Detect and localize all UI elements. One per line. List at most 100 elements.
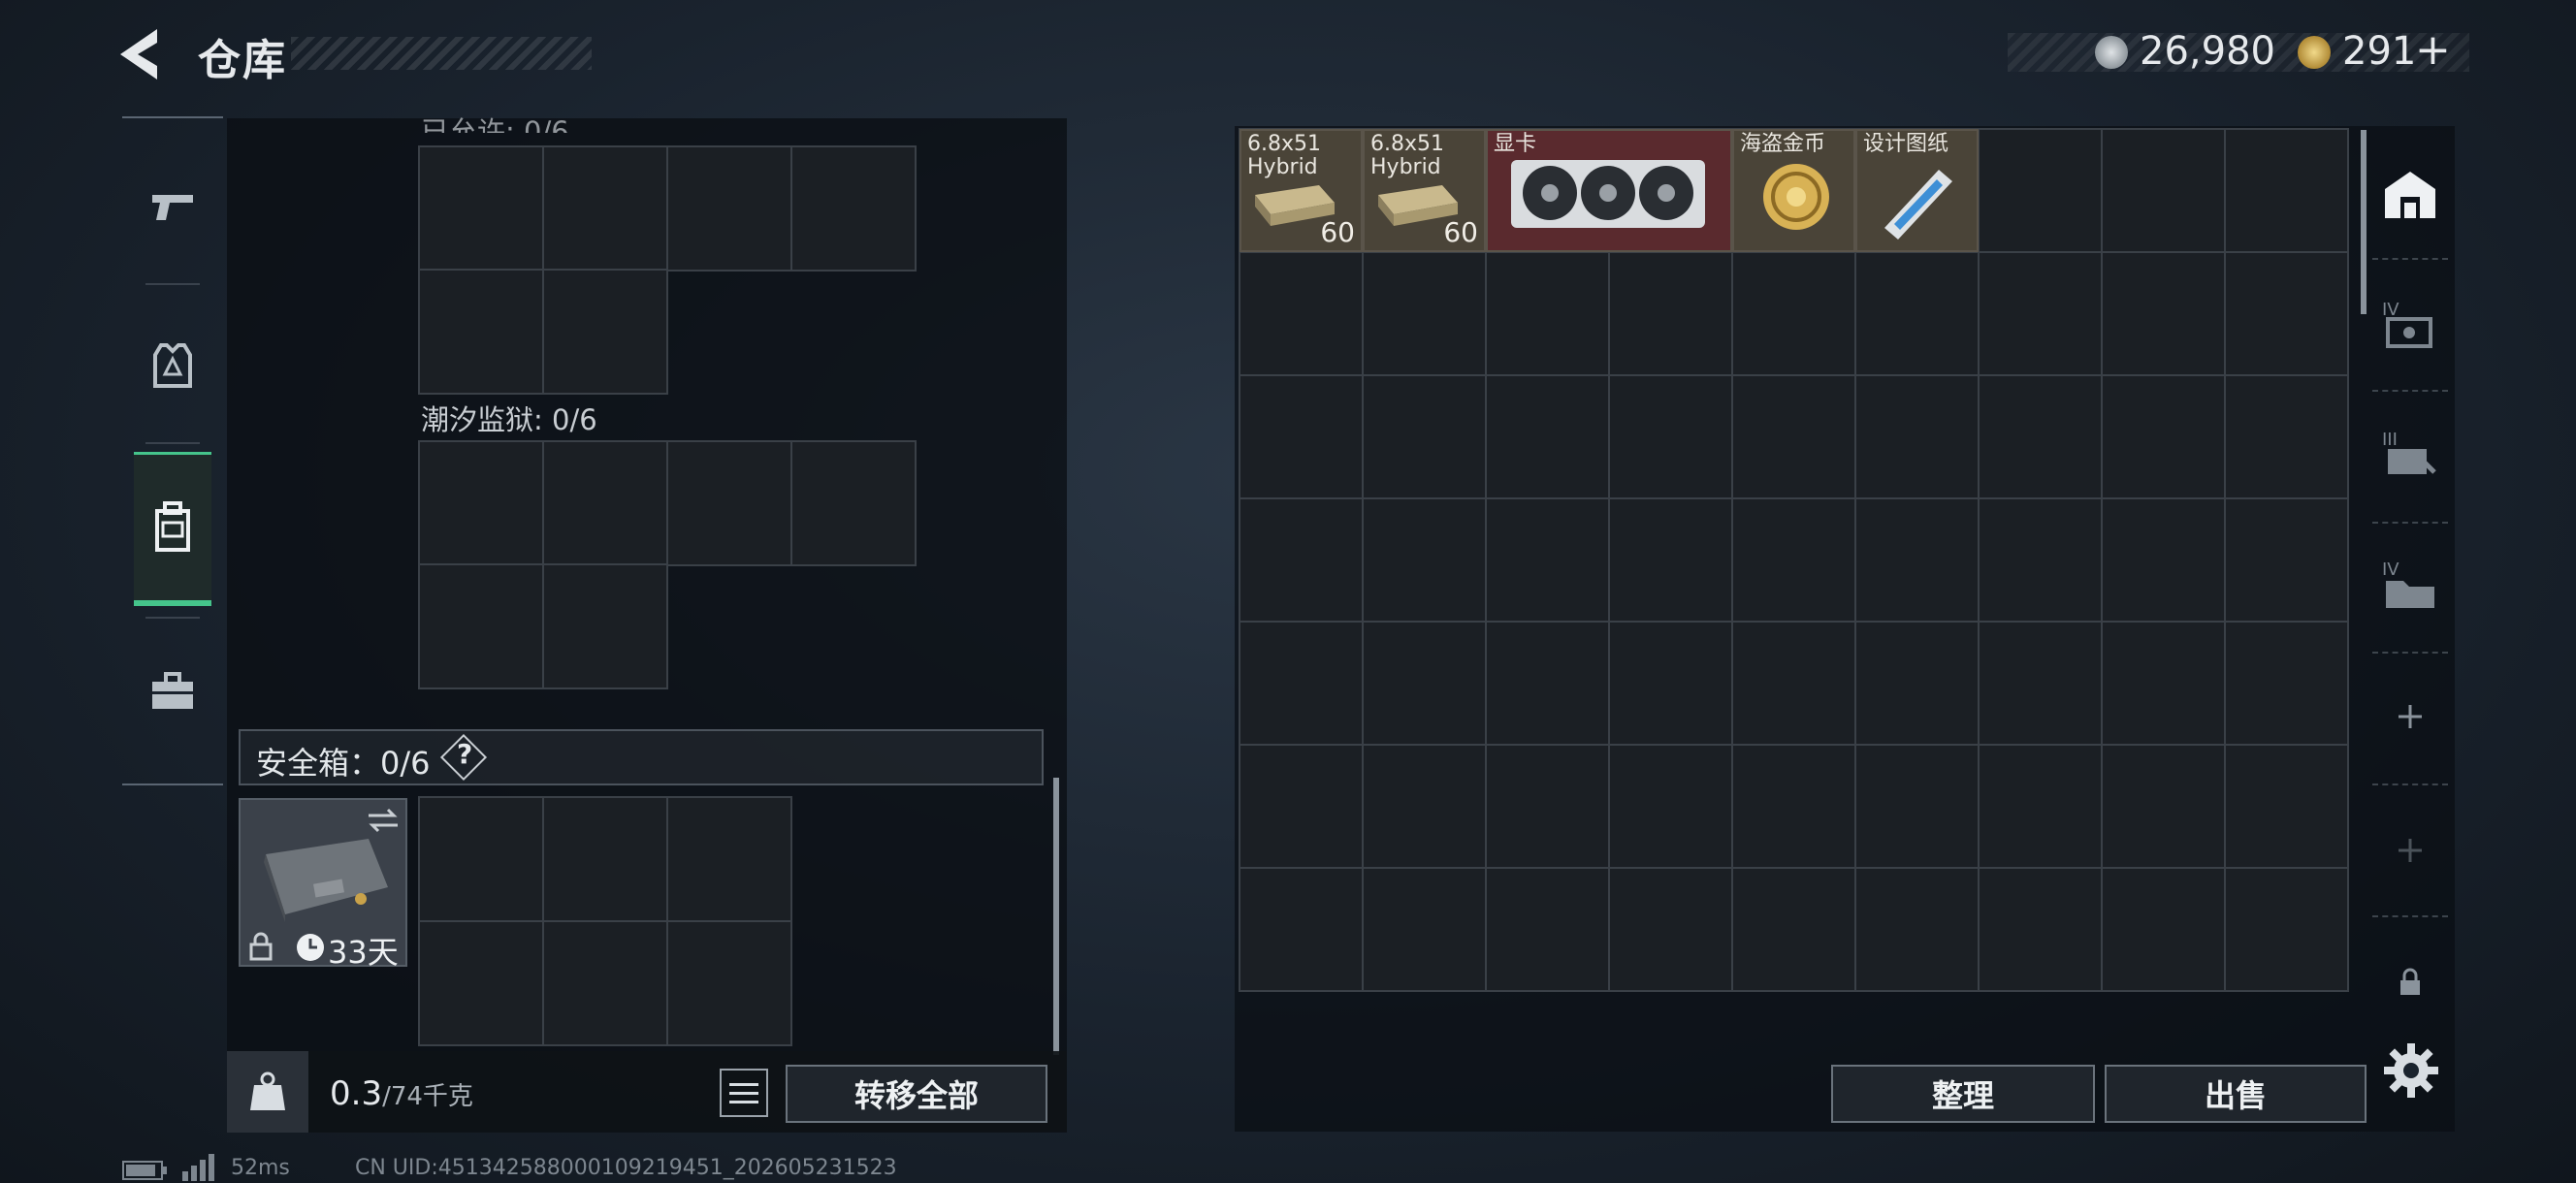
grid-cell[interactable] [418,563,544,689]
list-view-button[interactable] [720,1069,768,1117]
grid-cell[interactable] [2224,374,2349,499]
warehouse-tab-main[interactable] [2367,130,2454,260]
grid-cell[interactable] [1731,867,1856,992]
grid-cell[interactable] [418,796,544,922]
grid-cell[interactable] [1854,374,1980,499]
grid-cell[interactable] [542,145,668,272]
grid-cell[interactable] [418,440,544,566]
grid-cell[interactable] [1978,128,2103,253]
grid-cell[interactable] [790,145,917,272]
grid-cell[interactable] [666,920,792,1046]
grid-cell[interactable] [2101,497,2226,623]
back-arrow-icon[interactable] [116,27,175,81]
grid-cell[interactable] [1854,497,1980,623]
grid-cell[interactable] [1362,867,1487,992]
grid-cell[interactable] [1485,621,1610,746]
grid-cell[interactable] [2101,374,2226,499]
item-pirate-coin[interactable]: 海盗金币 [1732,129,1855,252]
grid-cell[interactable] [1854,744,1980,869]
grid-cell[interactable] [1854,251,1980,376]
grid-cell[interactable] [542,796,668,922]
grid-cell[interactable] [1978,374,2103,499]
grid-cell[interactable] [1239,744,1364,869]
transfer-all-button[interactable]: 转移全部 [786,1065,1047,1123]
grid-cell[interactable] [1978,251,2103,376]
grid-cell[interactable] [542,440,668,566]
grid-cell[interactable] [1978,867,2103,992]
sell-button[interactable]: 出售 [2105,1065,2367,1123]
grid-cell[interactable] [1239,251,1364,376]
left-scrollbar[interactable] [1053,778,1059,1055]
grid-cell[interactable] [2101,621,2226,746]
grid-cell[interactable] [1731,374,1856,499]
warehouse-tab-4b[interactable]: IV [2367,520,2454,650]
item-ammo-2[interactable]: 6.8x51 Hybrid 60 [1363,129,1486,252]
item-blueprint[interactable]: 设计图纸 [1855,129,1979,252]
grid-cell[interactable] [1854,621,1980,746]
locked-warehouse-button[interactable] [2367,917,2454,1047]
grid-cell[interactable] [1485,251,1610,376]
grid-cell[interactable] [2224,128,2349,253]
grid-cell[interactable] [1608,497,1733,623]
grid-cell[interactable] [666,440,792,566]
rail-backpack-button[interactable] [134,452,211,606]
rail-armor-button[interactable] [134,312,211,419]
grid-cell[interactable] [1485,374,1610,499]
grid-cell[interactable] [1731,497,1856,623]
grid-cell[interactable] [2224,251,2349,376]
grid-cell[interactable] [666,796,792,922]
grid-cell[interactable] [2224,867,2349,992]
grid-cell[interactable] [2101,251,2226,376]
grid-cell[interactable] [1608,374,1733,499]
item-ammo-1[interactable]: 6.8x51 Hybrid 60 [1240,129,1363,252]
grid-cell[interactable] [1362,744,1487,869]
grid-cell[interactable] [2224,497,2349,623]
grid-cell[interactable] [542,563,668,689]
grid-cell[interactable] [1731,251,1856,376]
safebox-item[interactable]: 33天 [239,798,407,971]
grid-cell[interactable] [1608,867,1733,992]
grid-cell[interactable] [1854,867,1980,992]
grid-cell[interactable] [1731,621,1856,746]
grid-cell[interactable] [1608,621,1733,746]
grid-cell[interactable] [1978,744,2103,869]
grid-cell[interactable] [1362,497,1487,623]
rail-weapon-button[interactable] [134,153,211,260]
grid-cell[interactable] [1362,621,1487,746]
warehouse-tab-3[interactable]: III [2367,390,2454,520]
grid-cell[interactable] [542,269,668,395]
grid-cell[interactable] [1731,744,1856,869]
grid-cell[interactable] [1362,374,1487,499]
grid-cell[interactable] [1239,867,1364,992]
add-currency-button[interactable]: + [2415,25,2451,75]
add-warehouse-button[interactable] [2367,652,2454,782]
rail-case-button[interactable] [134,638,211,745]
grid-cell[interactable] [418,145,544,272]
grid-cell[interactable] [666,145,792,272]
item-gpu[interactable]: 显卡 [1486,129,1732,252]
grid-cell[interactable] [1485,744,1610,869]
settings-gear-icon[interactable] [2380,1039,2442,1102]
grid-cell[interactable] [1485,867,1610,992]
grid-cell[interactable] [790,440,917,566]
grid-cell[interactable] [1239,621,1364,746]
grid-cell[interactable] [1362,251,1487,376]
grid-cell[interactable] [2101,867,2226,992]
grid-cell[interactable] [418,269,544,395]
grid-cell[interactable] [1608,251,1733,376]
grid-cell[interactable] [1239,374,1364,499]
grid-cell[interactable] [1978,621,2103,746]
grid-cell[interactable] [2101,744,2226,869]
help-symbol[interactable]: ? [457,738,472,770]
grid-cell[interactable] [2224,744,2349,869]
grid-cell[interactable] [2224,621,2349,746]
sort-button[interactable]: 整理 [1831,1065,2095,1123]
add-warehouse-button-disabled[interactable] [2367,785,2454,915]
warehouse-tab-4[interactable]: IV [2367,260,2454,390]
grid-cell[interactable] [1978,497,2103,623]
grid-cell[interactable] [1608,744,1733,869]
grid-cell[interactable] [1239,497,1364,623]
grid-cell[interactable] [418,920,544,1046]
grid-cell[interactable] [2101,128,2226,253]
grid-cell[interactable] [542,920,668,1046]
